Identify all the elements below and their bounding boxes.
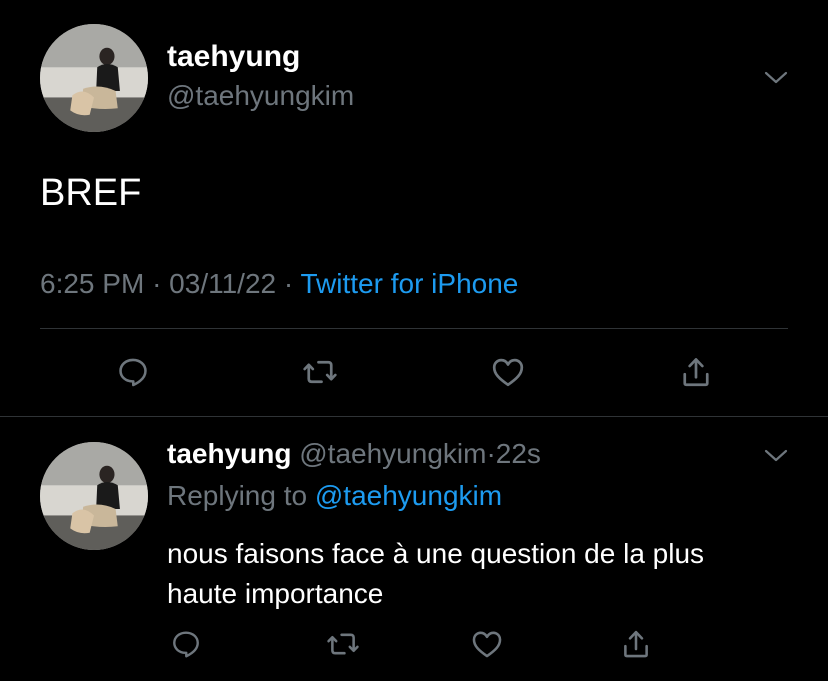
tweet-source-link[interactable]: Twitter for iPhone [300, 268, 518, 299]
handle[interactable]: @taehyungkim [299, 438, 486, 469]
meta-separator: · [283, 268, 294, 299]
divider [40, 328, 788, 329]
reply-text: nous faisons face à une question de la p… [167, 534, 704, 614]
reply-text-line: haute importance [167, 578, 384, 609]
tweet-age: 22s [495, 438, 541, 469]
reply-text-line: nous faisons face à une question de la p… [167, 538, 705, 569]
share-icon [683, 358, 709, 387]
meta-separator: · [486, 438, 496, 469]
replying-to-handle-link[interactable]: @taehyungkim [315, 480, 502, 511]
handle[interactable]: @taehyungkim [167, 80, 354, 112]
more-options-button[interactable] [760, 62, 792, 94]
retweet-icon [327, 633, 359, 655]
reply-header: taehyung @taehyungkim·22s [167, 438, 541, 470]
like-button[interactable] [467, 624, 507, 664]
more-options-button[interactable] [760, 440, 792, 472]
display-name[interactable]: taehyung [167, 40, 300, 74]
retweet-button[interactable] [300, 352, 340, 392]
share-icon [624, 630, 648, 658]
like-button[interactable] [488, 352, 528, 392]
divider [0, 416, 828, 417]
tweet-meta: 6:25 PM · 03/11/22 · Twitter for iPhone [40, 268, 518, 300]
meta-separator: · [152, 268, 162, 299]
avatar[interactable] [40, 442, 148, 550]
chevron-down-icon [764, 71, 788, 84]
display-name[interactable]: taehyung [167, 438, 291, 469]
share-button[interactable] [676, 352, 716, 392]
tweet-time: 6:25 PM [40, 268, 145, 299]
reply-button[interactable] [166, 624, 206, 664]
retweet-button[interactable] [323, 624, 363, 664]
share-button[interactable] [616, 624, 656, 664]
chevron-down-icon [764, 449, 788, 462]
reply-icon [119, 358, 147, 387]
retweet-icon [303, 360, 337, 384]
reply-icon [173, 631, 199, 658]
replying-to-label: Replying to [167, 480, 308, 511]
replying-to: Replying to @taehyungkim [167, 480, 502, 512]
avatar[interactable] [40, 24, 148, 132]
heart-icon [492, 358, 524, 387]
reply-button[interactable] [113, 352, 153, 392]
tweet-date: 03/11/22 [169, 268, 277, 299]
tweet-text: BREF [40, 172, 142, 214]
heart-icon [472, 631, 502, 658]
